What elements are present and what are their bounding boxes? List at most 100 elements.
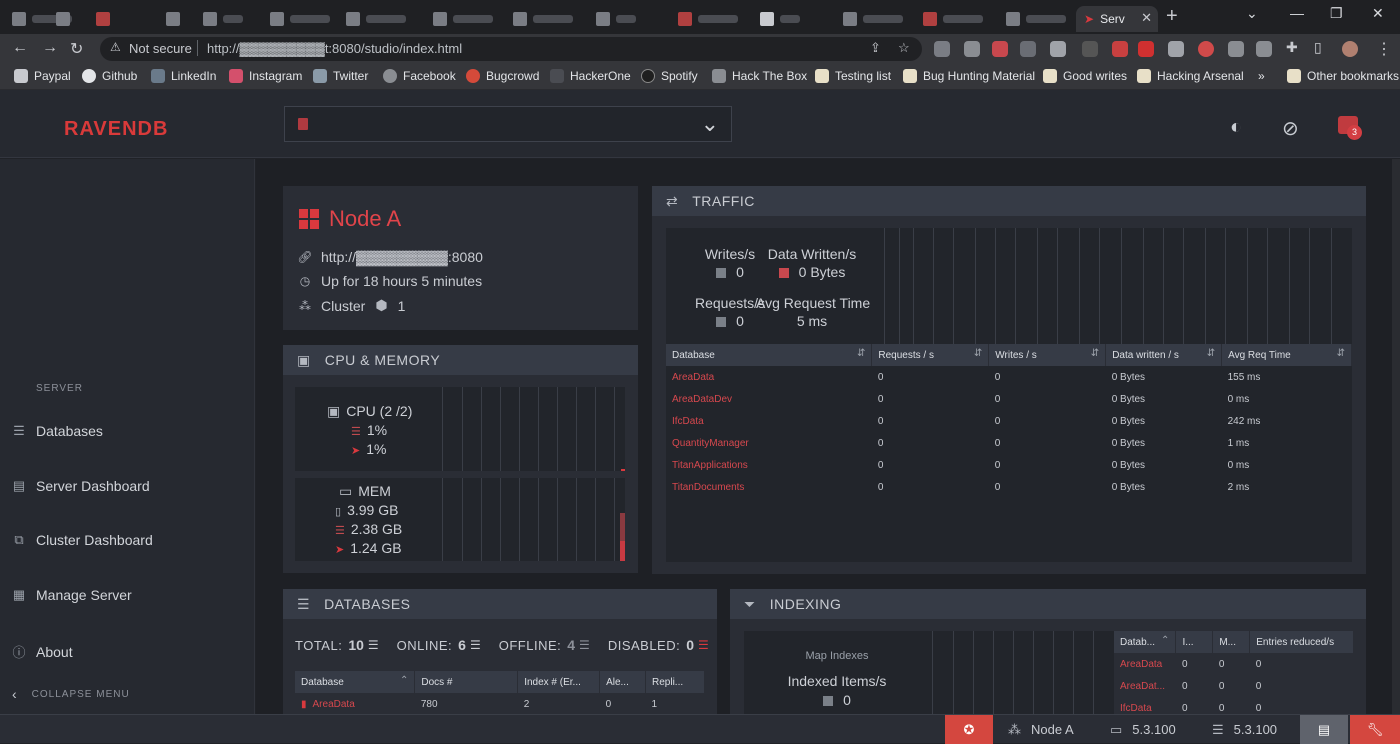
url-text[interactable]: http://▓▓▓▓▓▓▓▓▓t:8080/studio/index.html: [207, 41, 462, 56]
database-link[interactable]: ▮ AreaData: [295, 693, 415, 715]
new-tab-button[interactable]: +: [1166, 5, 1178, 28]
bookmark-item[interactable]: Facebook: [383, 69, 456, 83]
extension-icon[interactable]: [1020, 41, 1036, 57]
sidebar-item-cluster-dashboard[interactable]: ⧉ Cluster Dashboard: [10, 532, 152, 548]
theme-toggle-icon[interactable]: ◐: [1230, 116, 1242, 139]
bookmark-item[interactable]: Paypal: [14, 69, 71, 83]
menu-icon[interactable]: ⋮: [1376, 39, 1392, 59]
client-version[interactable]: ▭ 5.3.100: [1110, 715, 1176, 744]
bookmark-item[interactable]: Testing list: [815, 69, 891, 83]
extension-icon[interactable]: [934, 41, 950, 57]
column-header[interactable]: Docs #: [414, 671, 519, 693]
column-header[interactable]: Entries reduced/s: [1249, 631, 1354, 653]
column-header[interactable]: M...: [1212, 631, 1251, 653]
browser-tab[interactable]: [835, 6, 915, 32]
database-link[interactable]: AreaData: [1114, 653, 1176, 675]
column-header[interactable]: Requests / s ⇵: [871, 344, 990, 366]
extension-icon[interactable]: [1050, 41, 1066, 57]
bookmark-item[interactable]: Github: [82, 69, 137, 83]
column-header[interactable]: Ale...: [599, 671, 647, 693]
node-status[interactable]: ⁂ Node A: [1008, 715, 1074, 744]
puzzle-icon[interactable]: ✚: [1286, 39, 1298, 56]
browser-tab[interactable]: [670, 6, 750, 32]
sidebar-item-server-dashboard[interactable]: ▤ Server Dashboard: [10, 478, 150, 494]
browser-tab[interactable]: [752, 6, 832, 32]
other-bookmarks[interactable]: Other bookmarks: [1287, 69, 1399, 83]
database-selector[interactable]: ⌄: [284, 106, 732, 142]
ravendb-status-icon[interactable]: ✪: [945, 715, 993, 744]
browser-tab[interactable]: [338, 6, 418, 32]
reload-icon[interactable]: ↻: [70, 39, 83, 59]
sidebar-item-about[interactable]: ⓘ About: [10, 642, 72, 661]
column-header[interactable]: Writes / s ⇵: [988, 344, 1107, 366]
bookmark-item[interactable]: Hacking Arsenal: [1137, 69, 1244, 83]
column-header[interactable]: Index # (Er...: [517, 671, 601, 693]
extension-icon[interactable]: [1138, 41, 1154, 57]
avatar[interactable]: [1342, 41, 1358, 57]
sidebar-item-manage-server[interactable]: ▦ Manage Server: [10, 587, 132, 603]
extension-icon[interactable]: [1168, 41, 1184, 57]
wrench-icon[interactable]: 🔧︎: [1350, 715, 1400, 744]
database-link[interactable]: TitanDocuments: [666, 476, 872, 498]
cluster-status-icon[interactable]: ⊘: [1282, 116, 1299, 141]
collapse-menu-button[interactable]: ‹ COLLAPSE MENU: [12, 686, 130, 702]
minimize-button[interactable]: —: [1290, 5, 1304, 21]
column-header[interactable]: Repli...: [645, 671, 705, 693]
column-header[interactable]: Database ⌃: [295, 671, 416, 693]
extension-icon[interactable]: [1112, 41, 1128, 57]
bookmark-item[interactable]: Spotify: [641, 69, 698, 83]
side-panel-icon[interactable]: ▯: [1314, 39, 1322, 56]
column-header[interactable]: Avg Req Time ⇵: [1221, 344, 1352, 366]
node-url[interactable]: 🔗︎ http://▓▓▓▓▓▓▓▓▓:8080: [297, 249, 483, 265]
bookmark-item[interactable]: Twitter: [313, 69, 368, 83]
sidebar-item-databases[interactable]: ☰ Databases: [10, 423, 103, 439]
browser-tab[interactable]: [588, 6, 668, 32]
browser-tab[interactable]: [915, 6, 995, 32]
server-version[interactable]: ☰ 5.3.100: [1212, 715, 1277, 744]
forward-icon[interactable]: →: [42, 39, 58, 57]
bookmark-item[interactable]: HackerOne: [550, 69, 631, 83]
vertical-scrollbar[interactable]: [1392, 159, 1400, 714]
browser-tab[interactable]: [505, 6, 585, 32]
share-icon[interactable]: ⇪: [870, 40, 881, 56]
extension-icon[interactable]: [1198, 41, 1214, 57]
database-link[interactable]: AreaDataDev: [666, 388, 872, 410]
browser-tab-active[interactable]: ➤ Serv ✕: [1076, 6, 1158, 32]
document-icon[interactable]: ▤: [1300, 715, 1348, 744]
browser-tab[interactable]: [88, 6, 168, 32]
database-link[interactable]: AreaData: [666, 366, 872, 388]
extension-icon[interactable]: [1082, 41, 1098, 57]
bookmark-item[interactable]: Instagram: [229, 69, 302, 83]
security-status[interactable]: Not secure: [129, 41, 192, 56]
notifications-icon[interactable]: 3: [1338, 116, 1362, 140]
extension-icon[interactable]: [1228, 41, 1244, 57]
browser-tab[interactable]: [998, 6, 1078, 32]
extension-icon[interactable]: [1256, 41, 1272, 57]
database-link[interactable]: IfcData: [666, 410, 872, 432]
bookmark-item[interactable]: Good writes: [1043, 69, 1127, 83]
bookmark-overflow[interactable]: »: [1258, 69, 1265, 83]
ravendb-logo[interactable]: RAVENDB: [64, 118, 168, 141]
database-link[interactable]: TitanApplications: [666, 454, 872, 476]
address-bar[interactable]: ⚠ Not secure http://▓▓▓▓▓▓▓▓▓t:8080/stud…: [100, 37, 922, 61]
column-header[interactable]: Data written / s ⇵: [1105, 344, 1223, 366]
browser-tab[interactable]: [262, 6, 342, 32]
warning-icon[interactable]: ⚠: [110, 40, 121, 54]
column-header[interactable]: Datab... ⌃: [1114, 631, 1177, 653]
bookmark-item[interactable]: LinkedIn: [151, 69, 216, 83]
bookmark-item[interactable]: Bugcrowd: [466, 69, 539, 83]
star-icon[interactable]: ☆: [898, 40, 910, 56]
chevron-down-icon[interactable]: ⌄: [701, 111, 719, 137]
bookmark-item[interactable]: Bug Hunting Material: [903, 69, 1035, 83]
extension-icon[interactable]: [964, 41, 980, 57]
column-header[interactable]: I...: [1175, 631, 1214, 653]
back-icon[interactable]: ←: [12, 39, 28, 57]
chevron-down-icon[interactable]: ⌄: [1246, 5, 1258, 22]
close-window-button[interactable]: ✕: [1372, 5, 1384, 22]
close-tab-icon[interactable]: ✕: [1141, 10, 1152, 26]
browser-tab[interactable]: [425, 6, 505, 32]
column-header[interactable]: Database ⇵: [666, 344, 873, 366]
maximize-button[interactable]: ❐: [1330, 5, 1343, 22]
extension-icon[interactable]: [992, 41, 1008, 57]
database-link[interactable]: QuantityManager: [666, 432, 872, 454]
